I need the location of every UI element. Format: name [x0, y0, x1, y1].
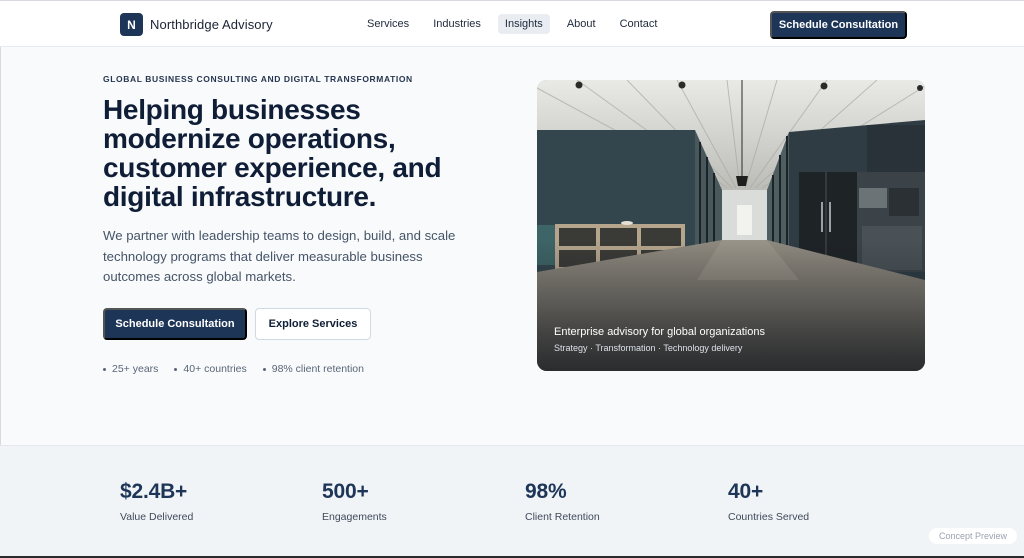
nav-link-industries[interactable]: Industries	[426, 14, 488, 34]
quick-stat-item: 25+ years	[103, 363, 158, 375]
hero-headline: Helping businesses modernize operations,…	[103, 94, 442, 212]
hero-eyebrow: GLOBAL BUSINESS CONSULTING AND DIGITAL T…	[103, 74, 413, 84]
metric-label: Client Retention	[525, 511, 600, 523]
metric-countries-served: 40+ Countries Served	[728, 480, 809, 523]
bullet-icon	[174, 367, 178, 371]
quick-stat-item: 40+ countries	[174, 363, 247, 375]
schedule-consultation-button[interactable]: Schedule Consultation	[103, 308, 247, 340]
metric-value: 98%	[525, 480, 567, 503]
quick-stat-years: 25+ years	[112, 363, 159, 375]
metric-value: 500+	[322, 480, 369, 503]
metric-label: Engagements	[322, 511, 387, 523]
hero-image-card: Enterprise advisory for global organizat…	[537, 80, 925, 371]
hero-description: We partner with leadership teams to desi…	[103, 228, 456, 284]
quick-stat-countries: 40+ countries	[183, 363, 247, 375]
quick-stat-retention: 98% client retention	[271, 363, 364, 375]
brand-home-link[interactable]: N Northbridge Advisory	[120, 13, 273, 36]
metric-value: $2.4B+	[120, 480, 188, 503]
metrics-section: $2.4B+ Value Delivered 500+ Engagements …	[0, 445, 1024, 556]
schedule-consultation-nav-button[interactable]: Schedule Consultation	[770, 11, 907, 39]
nav-link-services[interactable]: Services	[360, 14, 416, 34]
metric-label: Countries Served	[728, 511, 810, 523]
explore-services-button[interactable]: Explore Services	[255, 308, 371, 340]
brand-name: Northbridge Advisory	[150, 17, 273, 32]
nav-link-insights[interactable]: Insights	[497, 14, 550, 34]
bullet-icon	[103, 367, 106, 371]
logo-mark: N	[120, 13, 143, 36]
hero-card-title: Enterprise advisory for global organizat…	[554, 326, 765, 338]
metric-engagements: 500+ Engagements	[322, 480, 387, 523]
top-navigation: N Northbridge Advisory Services Industri…	[0, 1, 1024, 47]
quick-stat-item: 98% client retention	[262, 363, 364, 375]
nav-link-contact[interactable]: Contact	[613, 14, 665, 34]
hero-quick-stats: 25+ years 40+ countries 98% client reten…	[103, 363, 380, 375]
hero-card-caption: Enterprise advisory for global organizat…	[554, 326, 765, 353]
concept-preview-badge: Concept Preview	[929, 528, 1017, 544]
hero-card-subtitle: Strategy · Transformation · Technology d…	[554, 343, 743, 353]
metric-value-delivered: $2.4B+ Value Delivered	[120, 480, 193, 523]
nav-link-about[interactable]: About	[560, 14, 603, 34]
metric-client-retention: 98% Client Retention	[525, 480, 600, 523]
metric-value: 40+	[728, 480, 764, 503]
nav-links: Services Industries Insights About Conta…	[360, 14, 674, 34]
bullet-icon	[262, 367, 266, 371]
metric-label: Value Delivered	[120, 511, 194, 523]
